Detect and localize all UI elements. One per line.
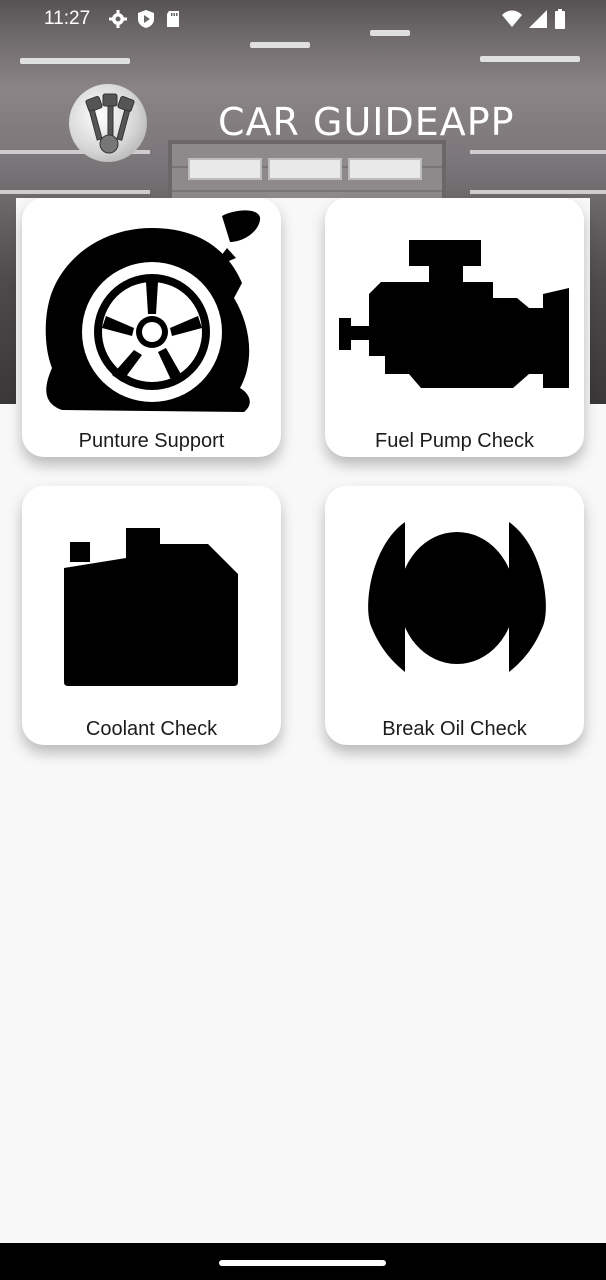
card-label: Break Oil Check <box>382 718 527 740</box>
ceiling-light <box>480 56 580 62</box>
engine-pistons-icon <box>85 93 135 154</box>
wifi-icon <box>502 10 522 27</box>
engine-icon <box>339 240 569 388</box>
ceiling-light <box>250 42 310 48</box>
status-time: 11:27 <box>44 8 91 29</box>
shelf <box>0 190 150 194</box>
card-label: Punture Support <box>78 430 225 452</box>
door-window <box>268 158 342 180</box>
status-bar: 11:27 <box>0 0 606 38</box>
settings-icon <box>109 10 127 28</box>
battery-icon <box>555 9 565 29</box>
coolant-jug-icon <box>64 528 238 686</box>
card-label: Fuel Pump Check <box>375 430 534 452</box>
play-protect-icon <box>138 10 154 28</box>
card-punture-support[interactable]: Punture Support <box>22 198 281 457</box>
door-window <box>348 158 422 180</box>
shelf <box>470 150 606 154</box>
card-coolant-check[interactable]: Coolant Check <box>22 486 281 745</box>
app-title: CAR GUIDEAPP <box>218 100 515 144</box>
navigation-bar <box>0 1243 606 1280</box>
app-logo <box>69 84 147 162</box>
flat-tire-icon <box>45 210 261 412</box>
brake-icon <box>368 522 546 672</box>
card-fuel-pump-check[interactable]: Fuel Pump Check <box>325 198 584 457</box>
signal-icon <box>529 10 547 28</box>
home-gesture-handle[interactable] <box>219 1260 386 1266</box>
sd-card-icon <box>167 11 179 27</box>
shelf <box>470 190 606 194</box>
door-window <box>188 158 262 180</box>
card-break-oil-check[interactable]: Break Oil Check <box>325 486 584 745</box>
card-label: Coolant Check <box>85 718 218 740</box>
ceiling-light <box>20 58 130 64</box>
